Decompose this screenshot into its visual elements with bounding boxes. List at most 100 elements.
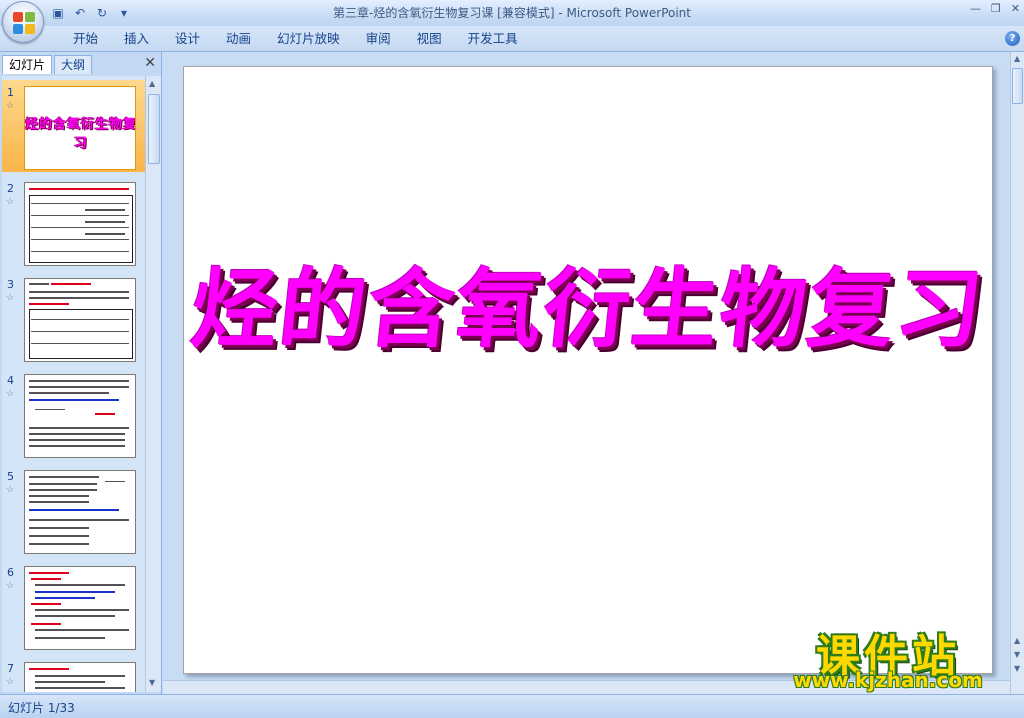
tab-design[interactable]: 设计	[162, 30, 213, 48]
thumb-line	[31, 319, 129, 320]
thumb-line	[31, 203, 129, 204]
slide-canvas[interactable]: 烃的含氧衍生物复习	[183, 66, 993, 674]
thumbnail-preview	[24, 566, 136, 650]
tab-outline[interactable]: 大纲	[54, 55, 93, 74]
thumb-line	[29, 386, 129, 388]
tab-review[interactable]: 审阅	[353, 30, 404, 48]
slide-thumbnail-7[interactable]: 7 ☆	[2, 656, 145, 692]
slide-thumbnail-1[interactable]: 1 ☆ 烃的含氧衍生物复习	[2, 80, 145, 172]
slide-thumbnail-5[interactable]: 5 ☆	[2, 464, 145, 556]
thumb-line	[29, 291, 129, 293]
thumb-line	[85, 209, 125, 211]
thumb-line	[31, 623, 61, 625]
minimize-icon[interactable]: —	[970, 2, 981, 15]
thumb-line	[35, 597, 95, 599]
tab-slide-show[interactable]: 幻灯片放映	[264, 30, 353, 48]
thumbnail-number: 5	[7, 470, 14, 483]
thumb-line	[31, 578, 61, 580]
thumb-table	[29, 309, 133, 359]
scroll-down-icon[interactable]: ▼	[149, 678, 155, 687]
thumb-line	[29, 399, 119, 401]
tab-animations[interactable]: 动画	[213, 30, 264, 48]
status-bar: 幻灯片 1/33	[0, 694, 1024, 718]
help-icon[interactable]: ?	[1005, 31, 1020, 46]
thumbnail-list: 1 ☆ 烃的含氧衍生物复习 2 ☆ 3 ☆ 4 ☆ 5 ☆ 6 ☆ 7 ☆	[2, 76, 145, 692]
animation-star-icon: ☆	[6, 197, 15, 207]
thumbnail-preview	[24, 470, 136, 554]
ribbon: 开始 插入 设计 动画 幻灯片放映 审阅 视图 开发工具 ?	[0, 26, 1024, 52]
previous-slide-icon[interactable]: ▲	[1014, 636, 1020, 645]
thumbnail-preview: 烃的含氧衍生物复习	[24, 86, 136, 170]
tab-view[interactable]: 视图	[404, 30, 455, 48]
thumb-line	[31, 239, 129, 240]
tab-insert[interactable]: 插入	[111, 30, 162, 48]
thumb-line	[29, 668, 69, 670]
thumb-line	[29, 439, 125, 441]
thumbnail-number: 2	[7, 182, 14, 195]
thumb-line	[35, 584, 125, 586]
thumb-line	[29, 489, 97, 491]
tab-slides[interactable]: 幻灯片	[2, 55, 53, 74]
thumbnail-scrollbar[interactable]: ▲ ▼	[145, 76, 161, 692]
scroll-down-icon[interactable]: ▼	[1014, 664, 1020, 673]
animation-star-icon: ☆	[6, 677, 15, 687]
close-icon[interactable]: ✕	[1011, 2, 1020, 15]
office-button[interactable]	[2, 1, 44, 43]
thumb-line	[31, 251, 129, 252]
scroll-up-icon[interactable]: ▲	[1014, 54, 1020, 63]
animation-star-icon: ☆	[6, 293, 15, 303]
thumb-line	[85, 221, 125, 223]
close-panel-icon[interactable]: ✕	[144, 55, 156, 71]
scroll-up-icon[interactable]: ▲	[149, 79, 155, 88]
slide-editor: 烃的含氧衍生物复习 ▲ ▲ ▼ ▼	[163, 52, 1024, 694]
logo-quad	[13, 24, 23, 34]
thumbnail-preview	[24, 182, 136, 266]
thumb-line	[29, 380, 129, 382]
thumb-line	[35, 591, 115, 593]
office-logo-icon	[13, 12, 35, 34]
logo-quad	[25, 24, 35, 34]
thumb-line	[29, 392, 109, 394]
thumb-line	[31, 343, 129, 344]
next-slide-icon[interactable]: ▼	[1014, 650, 1020, 659]
slide-indicator: 幻灯片 1/33	[8, 701, 75, 715]
thumb-line	[29, 283, 49, 285]
thumb-line	[35, 615, 115, 617]
window-title: 第三章-烃的含氧衍生物复习课 [兼容模式] - Microsoft PowerP…	[333, 6, 691, 20]
thumbnail-preview	[24, 374, 136, 458]
tab-home[interactable]: 开始	[60, 30, 111, 48]
thumb-line	[31, 215, 129, 216]
thumb-line	[29, 519, 129, 521]
scrollbar-thumb[interactable]	[1012, 68, 1023, 104]
thumb-line	[29, 188, 129, 190]
thumb-line	[29, 483, 97, 485]
restore-icon[interactable]: ❐	[991, 2, 1001, 15]
animation-star-icon: ☆	[6, 101, 15, 111]
thumb-line	[29, 297, 129, 299]
thumbnail-number: 4	[7, 374, 14, 387]
thumb-line	[29, 501, 89, 503]
thumb-line	[29, 433, 125, 435]
slide-thumbnail-3[interactable]: 3 ☆	[2, 272, 145, 364]
thumb-line	[31, 331, 129, 332]
slide-thumbnail-6[interactable]: 6 ☆	[2, 560, 145, 652]
thumbnail-number: 7	[7, 662, 14, 675]
thumb-line	[29, 535, 89, 537]
slide-title[interactable]: 烃的含氧衍生物复习	[177, 239, 1000, 364]
editor-vertical-scrollbar[interactable]: ▲ ▲ ▼ ▼	[1010, 52, 1024, 694]
slide-thumbnail-2[interactable]: 2 ☆	[2, 176, 145, 268]
thumb-line	[35, 681, 105, 683]
thumb-line	[29, 509, 119, 511]
thumbnail-number: 1	[7, 86, 14, 99]
logo-quad	[13, 12, 23, 22]
thumbnail-preview	[24, 662, 136, 692]
thumb-line	[35, 637, 105, 639]
thumb-line	[29, 495, 89, 497]
thumb-line	[105, 481, 125, 482]
slide-thumbnail-4[interactable]: 4 ☆	[2, 368, 145, 460]
thumb-line	[51, 283, 91, 285]
animation-star-icon: ☆	[6, 389, 15, 399]
thumb-line	[35, 675, 125, 677]
tab-developer[interactable]: 开发工具	[455, 30, 531, 48]
scrollbar-thumb[interactable]	[148, 94, 160, 164]
